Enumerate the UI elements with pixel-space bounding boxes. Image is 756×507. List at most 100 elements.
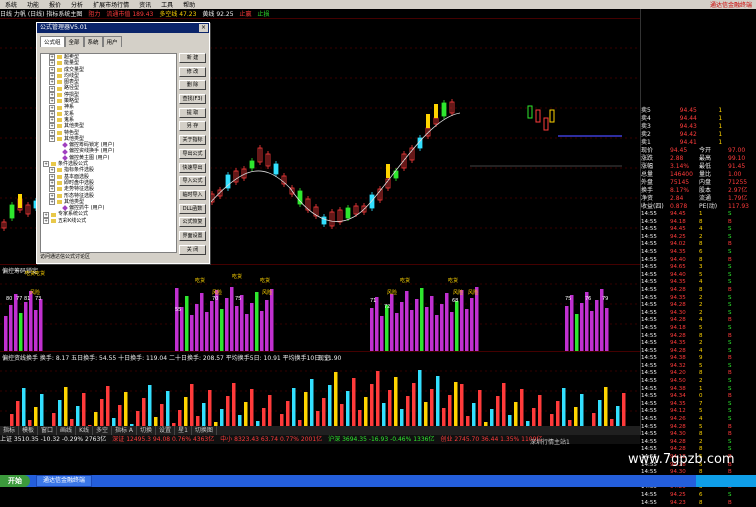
expand-icon[interactable]: + [49,173,55,180]
tick-cell: 8 [699,218,703,225]
bottom-tab[interactable]: 指标 [0,426,20,435]
dialog-button[interactable]: 临时导入 [179,189,206,200]
dialog-button[interactable]: 提 取 [179,107,206,118]
dialog-tab[interactable]: 全部 [64,36,84,47]
expand-icon[interactable]: + [49,54,55,61]
bottom-tab[interactable]: 星1 [175,426,192,435]
bottom-tab[interactable]: 窗口 [38,426,58,435]
expand-icon[interactable]: + [49,110,55,117]
chip-bar [595,300,599,351]
tick-cell: 94.35 [670,400,686,407]
index-quote: 沪深 3694.35 -16.93 -0.46% 1336亿 [328,436,435,443]
tick-cell: 94.38 [670,355,686,362]
bottom-tabs[interactable]: 指标 模板 窗口 画线 K线 多空 指标 A 切换 设置 星1 切换图 [0,426,640,435]
formula-manager-dialog: 公式管理器V5.01 × 公式组 全部 系统 用户 + 超卖型 + 能量型 + 成交量型 + 均线型… [36,22,210,264]
dialog-tab[interactable]: 用户 [102,36,122,47]
dialog-button[interactable]: 快速导出 [179,162,206,173]
expand-icon[interactable]: + [49,198,55,205]
bottom-tab[interactable]: K线 [76,426,93,435]
dialog-button[interactable]: 修 改 [179,66,206,77]
tick-cell: 94.28 [670,347,686,354]
expand-icon[interactable]: + [49,60,55,67]
dialog-button[interactable]: 导出公式 [179,148,206,159]
menu-item[interactable]: 工具 [156,0,178,9]
dialog-button[interactable]: 查找(F3) [179,94,206,105]
tree-item[interactable]: + 五彩K线公式 [41,218,176,224]
expand-icon[interactable]: + [49,180,55,187]
tick-row: 14:55 94.18 8 B [641,219,756,227]
bottom-tab[interactable]: 指标 A [112,426,138,435]
dialog-button[interactable]: 公式恢复 [179,217,206,228]
tick-cell: 8 [699,241,703,248]
dialog-button[interactable]: 关于指标 [179,135,206,146]
quote-stats: 现价 94.45 今开 97.00 涨跌 2.88 最高 99.10 涨幅 3.14% 最低 91.4… [641,147,756,211]
formula-tree[interactable]: + 超卖型 + 能量型 + 成交量型 + 均线型 + 图表型 + 路径型 + 停损型 + 策略型 + 神系 + 龙系 +… [40,53,177,253]
menu-item[interactable]: 分析 [66,0,88,9]
tick-cell: 1 [699,211,703,217]
expand-icon[interactable]: + [49,98,55,105]
dialog-button[interactable]: 关 闭 [179,244,206,255]
expand-icon[interactable]: + [49,167,55,174]
dialog-button[interactable]: DLL函数 [179,203,206,214]
signal-label: 吃货 [448,277,458,284]
chip-bar [455,301,459,351]
expand-icon[interactable]: + [49,186,55,193]
tick-cell: B [728,431,732,438]
expand-icon[interactable]: + [49,73,55,80]
sell-vol: 1 [718,131,723,138]
chip-lock-indicator[interactable]: 80 77 81 735570 75 717268 75 76 79吃货 吃货吃货吃货吃货 吃货 吃货… [0,264,640,351]
tick-cell: B [728,241,732,248]
expand-icon[interactable]: + [49,91,55,98]
start-button[interactable]: 开始 [0,475,30,487]
expand-icon[interactable]: + [49,104,55,111]
chip-bar [605,308,609,351]
bottom-tab[interactable]: 多空 [93,426,113,435]
dialog-button[interactable]: 界面设置 [179,230,206,241]
expand-icon[interactable]: + [49,192,55,199]
expand-icon[interactable]: + [49,79,55,86]
menu-item[interactable]: 系统 [0,0,22,9]
tick-cell: 14:55 [641,286,657,293]
dialog-tab[interactable]: 公式组 [40,36,65,47]
dialog-button[interactable]: 删 除 [179,80,206,91]
dialog-button[interactable]: 另 存 [179,121,206,132]
dialog-tab[interactable]: 系统 [83,36,103,47]
expand-icon[interactable]: + [49,129,55,136]
candle [321,216,327,225]
menu-item[interactable]: 功能 [22,0,44,9]
bottom-tab[interactable]: 模板 [19,426,39,435]
expand-icon[interactable]: + [49,85,55,92]
expand-icon[interactable]: + [49,117,55,124]
stat-cell: 0.878 [670,203,688,210]
folder-icon [57,130,62,135]
chip-bar [565,306,569,351]
expand-icon[interactable]: + [49,66,55,73]
expand-icon[interactable]: + [43,217,49,224]
tick-row: 14:55 94.38 1 S [641,386,756,394]
bottom-tab[interactable]: 切换 [137,426,157,435]
expand-icon[interactable]: + [49,123,55,130]
dialog-button[interactable]: 导入公式 [179,176,206,187]
folder-icon [57,74,62,79]
tick-cell: 94.28 [670,332,686,339]
menu-item[interactable]: 资讯 [134,0,156,9]
close-icon[interactable]: × [199,24,208,32]
tick-row: 14:55 94.32 5 S [641,363,756,371]
expand-icon[interactable]: + [43,161,49,168]
stat-cell: 1.00 [728,171,742,178]
expand-icon[interactable]: + [43,211,49,218]
bottom-tab[interactable]: 设置 [156,426,176,435]
turnover-indicator[interactable] [0,351,640,435]
menu-item[interactable]: 扩展市场行情 [88,0,134,9]
bottom-tab[interactable]: 画线 [57,426,77,435]
tick-cell: S [728,279,732,286]
chip-bar [390,294,394,351]
expand-icon[interactable]: + [49,136,55,142]
dialog-button[interactable]: 新 建 [179,53,206,63]
signal-label: 风险 [30,289,40,296]
chip-bar [24,302,28,351]
taskbar-item[interactable]: 通达信金融终端 [36,475,93,487]
bottom-tab[interactable]: 切换图 [192,426,217,435]
menu-item[interactable]: 帮助 [178,0,200,9]
menu-item[interactable]: 报价 [44,0,66,9]
